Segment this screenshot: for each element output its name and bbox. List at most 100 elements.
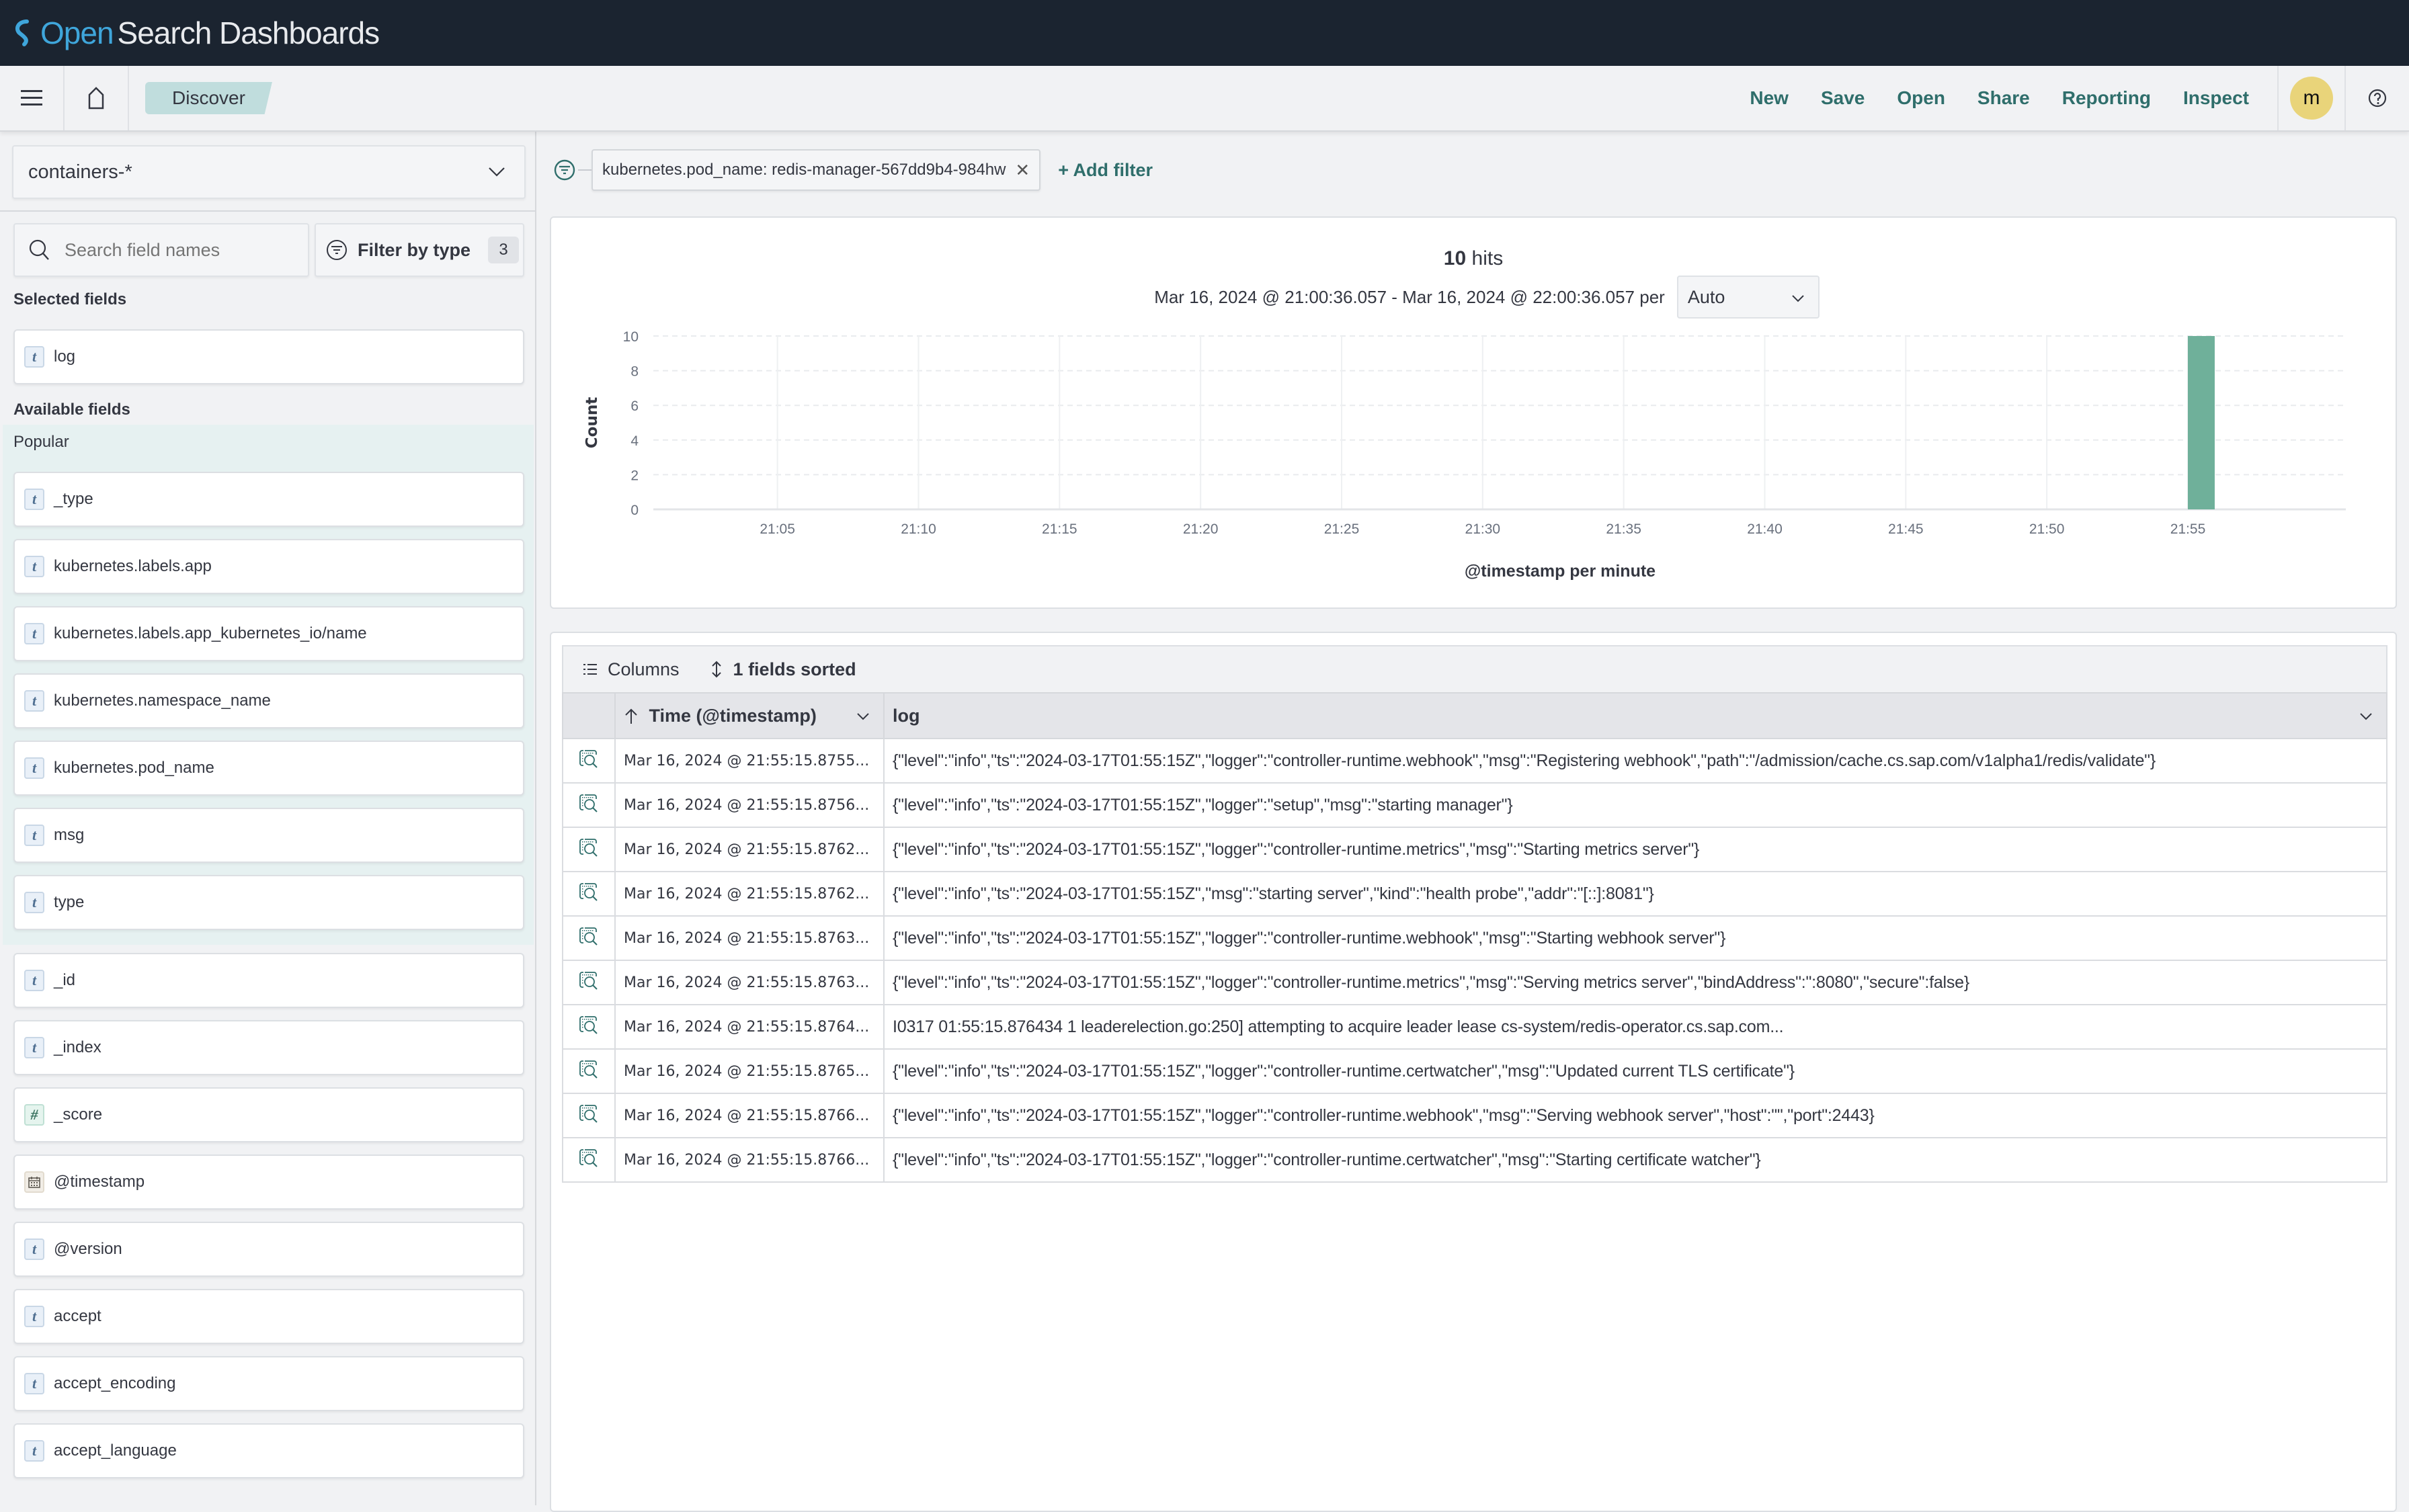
avatar[interactable]: m bbox=[2290, 77, 2333, 120]
histogram-chart[interactable]: 0 2 4 6 8 10 21:05 21:10 21:15 21:20 21:25 21:30 21:… bbox=[551, 218, 2398, 610]
field-name: _index bbox=[54, 1038, 101, 1056]
time-column-header[interactable]: Time (@timestamp) bbox=[614, 692, 885, 739]
field-name: accept bbox=[54, 1307, 101, 1325]
table-row[interactable]: Mar 16, 2024 @ 21:55:15.8764... I0317 01… bbox=[562, 1004, 2387, 1050]
field-item[interactable]: t @version bbox=[13, 1222, 524, 1277]
help-button[interactable] bbox=[2344, 66, 2409, 130]
search-field-names-input[interactable] bbox=[65, 239, 293, 261]
field-item[interactable]: t accept_encoding bbox=[13, 1356, 524, 1411]
timestamp-cell: Mar 16, 2024 @ 21:55:15.8766... bbox=[614, 1137, 885, 1183]
expand-cell[interactable] bbox=[562, 960, 616, 1005]
log-cell: {"level":"info","ts":"2024-03-17T01:55:1… bbox=[883, 960, 2387, 1005]
index-pattern-select[interactable]: containers-* bbox=[12, 145, 526, 199]
string-type-icon: t bbox=[24, 623, 44, 644]
log-column-header[interactable]: log bbox=[883, 692, 2387, 739]
sort-ascending-icon[interactable] bbox=[624, 708, 639, 725]
chevron-down-icon[interactable] bbox=[2358, 708, 2374, 724]
expand-cell[interactable] bbox=[562, 1004, 616, 1050]
inspect-document-icon[interactable] bbox=[578, 749, 600, 769]
inspect-document-icon[interactable] bbox=[578, 926, 600, 946]
table-row[interactable]: Mar 16, 2024 @ 21:55:15.8765... {"level"… bbox=[562, 1048, 2387, 1094]
remove-filter-icon[interactable]: ✕ bbox=[1015, 160, 1030, 181]
columns-icon bbox=[583, 664, 597, 675]
string-type-icon: t bbox=[24, 1373, 44, 1394]
string-type-icon: t bbox=[24, 970, 44, 991]
table-row[interactable]: Mar 16, 2024 @ 21:55:15.8762... {"level"… bbox=[562, 871, 2387, 917]
available-fields-title: Available fields bbox=[13, 401, 130, 419]
field-name: _type bbox=[54, 490, 93, 508]
expand-cell[interactable] bbox=[562, 782, 616, 828]
field-item[interactable]: t _id bbox=[13, 953, 524, 1008]
field-item[interactable]: t accept_language bbox=[13, 1423, 524, 1478]
open-button[interactable]: Open bbox=[1897, 87, 1945, 109]
inspect-document-icon[interactable] bbox=[578, 970, 600, 991]
sort-fields-button[interactable]: 1 fields sorted bbox=[733, 659, 856, 680]
histogram-bar[interactable] bbox=[2187, 336, 2215, 509]
table-row[interactable]: Mar 16, 2024 @ 21:55:15.8763... {"level"… bbox=[562, 915, 2387, 961]
inspect-document-icon[interactable] bbox=[578, 1103, 600, 1124]
table-row[interactable]: Mar 16, 2024 @ 21:55:15.8766... {"level"… bbox=[562, 1093, 2387, 1138]
x-tick-label: 21:05 bbox=[760, 521, 795, 537]
field-name: _score bbox=[54, 1105, 103, 1124]
table-row[interactable]: Mar 16, 2024 @ 21:55:15.8756... {"level"… bbox=[562, 782, 2387, 828]
field-item[interactable]: # _score bbox=[13, 1087, 524, 1142]
field-item[interactable]: t accept bbox=[13, 1289, 524, 1344]
field-item[interactable]: t log bbox=[13, 329, 524, 384]
field-item[interactable]: t kubernetes.labels.app bbox=[13, 539, 524, 594]
field-item[interactable]: t kubernetes.labels.app_kubernetes_io/nam… bbox=[13, 606, 524, 661]
inspect-document-icon[interactable] bbox=[578, 793, 600, 813]
inspect-button[interactable]: Inspect bbox=[2183, 87, 2249, 109]
field-item[interactable]: t kubernetes.namespace_name bbox=[13, 673, 524, 728]
x-tick-label: 21:30 bbox=[1465, 521, 1501, 537]
field-item[interactable]: t kubernetes.pod_name bbox=[13, 741, 524, 796]
field-search[interactable] bbox=[13, 223, 309, 277]
filter-pill-label: kubernetes.pod_name: redis-manager-567dd… bbox=[602, 161, 1006, 179]
add-filter-button[interactable]: + Add filter bbox=[1058, 160, 1153, 181]
filter-count-badge: 3 bbox=[488, 237, 520, 263]
user-menu[interactable]: m bbox=[2277, 66, 2344, 130]
string-type-icon: t bbox=[24, 556, 44, 577]
inspect-document-icon[interactable] bbox=[578, 1015, 600, 1035]
y-tick-label: 2 bbox=[630, 468, 639, 483]
sort-icon bbox=[711, 661, 721, 678]
inspect-document-icon[interactable] bbox=[578, 882, 600, 902]
expand-cell[interactable] bbox=[562, 827, 616, 872]
number-type-icon: # bbox=[24, 1104, 44, 1126]
filter-pill[interactable]: kubernetes.pod_name: redis-manager-567dd… bbox=[591, 149, 1041, 191]
save-button[interactable]: Save bbox=[1821, 87, 1865, 109]
expand-cell[interactable] bbox=[562, 1093, 616, 1138]
expand-cell[interactable] bbox=[562, 1137, 616, 1183]
home-button[interactable] bbox=[65, 66, 129, 130]
filter-menu-icon[interactable] bbox=[553, 158, 577, 182]
field-item[interactable]: t _index bbox=[13, 1020, 524, 1075]
table-row[interactable]: Mar 16, 2024 @ 21:55:15.8762... {"level"… bbox=[562, 827, 2387, 872]
field-item[interactable]: @timestamp bbox=[13, 1154, 524, 1210]
brand-rest: Search Dashboards bbox=[117, 15, 380, 50]
chevron-down-icon[interactable] bbox=[855, 708, 871, 724]
new-button[interactable]: New bbox=[1750, 87, 1789, 109]
expand-cell[interactable] bbox=[562, 915, 616, 961]
menu-button[interactable] bbox=[0, 66, 65, 130]
inspect-document-icon[interactable] bbox=[578, 1059, 600, 1079]
inspect-document-icon[interactable] bbox=[578, 1148, 600, 1168]
table-row[interactable]: Mar 16, 2024 @ 21:55:15.8755... {"level"… bbox=[562, 738, 2387, 784]
opensearch-logo[interactable]: Open Search Dashboards bbox=[12, 15, 380, 51]
table-row[interactable]: Mar 16, 2024 @ 21:55:15.8766... {"level"… bbox=[562, 1137, 2387, 1183]
expand-cell[interactable] bbox=[562, 738, 616, 784]
field-item[interactable]: t _type bbox=[13, 472, 524, 527]
field-item[interactable]: t type bbox=[13, 875, 524, 930]
string-type-icon: t bbox=[24, 690, 44, 712]
expand-column-header bbox=[562, 692, 616, 739]
string-type-icon: t bbox=[24, 892, 44, 913]
timestamp-cell: Mar 16, 2024 @ 21:55:15.8762... bbox=[614, 871, 885, 917]
expand-cell[interactable] bbox=[562, 1048, 616, 1094]
columns-button[interactable]: Columns bbox=[608, 659, 680, 680]
expand-cell[interactable] bbox=[562, 871, 616, 917]
filter-by-type-button[interactable]: Filter by type 3 bbox=[315, 223, 524, 277]
breadcrumb-discover[interactable]: Discover bbox=[145, 82, 272, 114]
reporting-button[interactable]: Reporting bbox=[2062, 87, 2151, 109]
field-item[interactable]: t msg bbox=[13, 808, 524, 863]
table-row[interactable]: Mar 16, 2024 @ 21:55:15.8763... {"level"… bbox=[562, 960, 2387, 1005]
share-button[interactable]: Share bbox=[1977, 87, 2030, 109]
inspect-document-icon[interactable] bbox=[578, 837, 600, 857]
